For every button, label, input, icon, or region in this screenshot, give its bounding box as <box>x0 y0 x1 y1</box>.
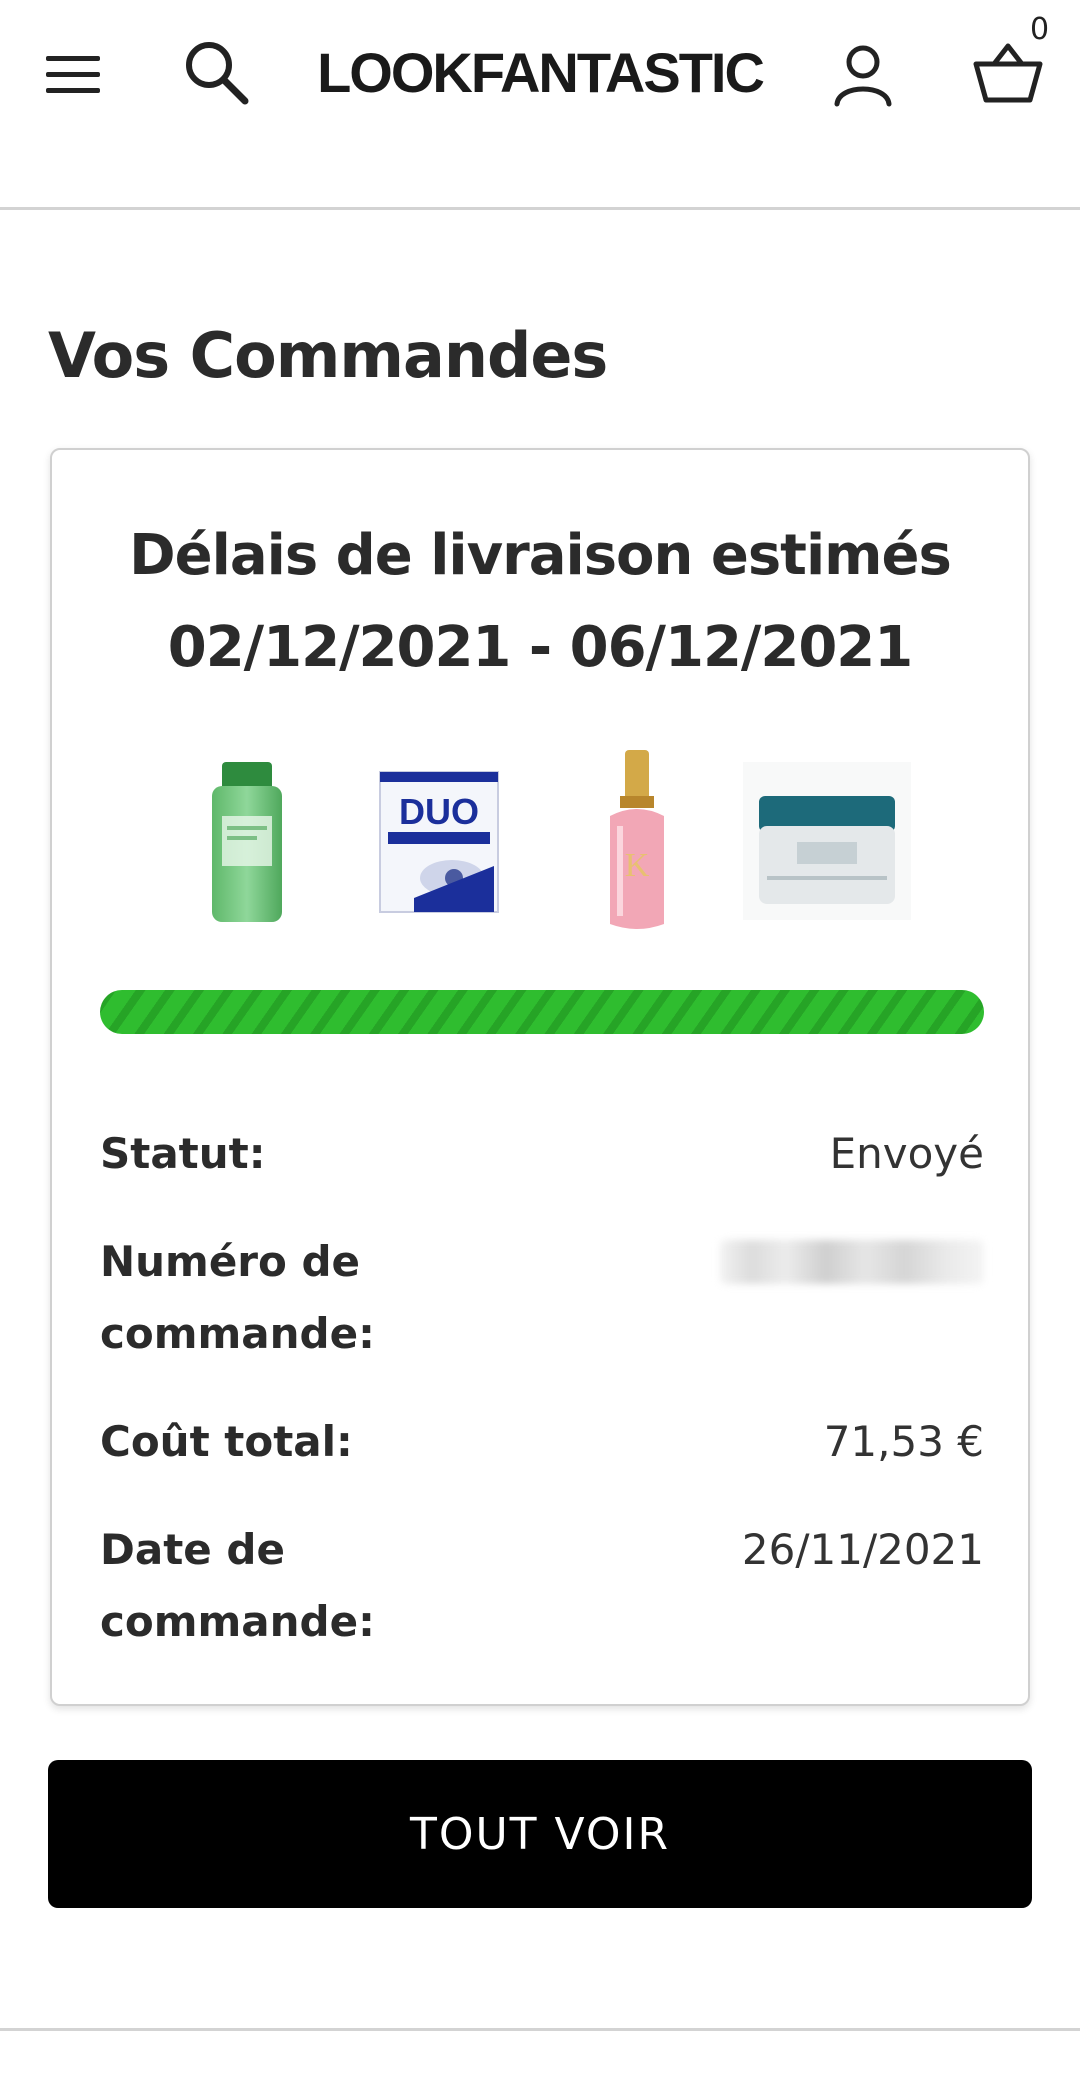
product-thumbnail[interactable] <box>732 742 922 940</box>
delivery-date-range: 02/12/2021 - 06/12/2021 <box>167 615 913 680</box>
duo-lash-adhesive-box-icon: DUO <box>379 771 499 913</box>
delivery-progress-bar <box>100 990 984 1034</box>
total-label: Coût total: <box>100 1417 353 1466</box>
pink-oil-bottle-icon: K <box>610 750 664 929</box>
view-all-button[interactable]: TOUT VOIR <box>48 1760 1032 1908</box>
green-shampoo-bottle-icon <box>212 762 282 922</box>
delivery-estimate: Délais de livraison estimés 02/12/2021 -… <box>52 510 1028 694</box>
footer-divider <box>0 2028 1080 2031</box>
product-thumbnail[interactable]: DUO <box>344 742 534 940</box>
order-number-label: Numéro de commande: <box>100 1237 375 1358</box>
total-value: 71,53 € <box>823 1417 984 1466</box>
basket-icon[interactable] <box>972 40 1044 106</box>
product-thumbnail[interactable] <box>152 742 342 940</box>
order-date-value: 26/11/2021 <box>741 1525 984 1574</box>
site-header: LOOKFANTASTIC 0 <box>0 0 1080 210</box>
site-logo[interactable]: LOOKFANTASTIC <box>300 38 780 108</box>
order-card: Délais de livraison estimés 02/12/2021 -… <box>50 448 1030 1706</box>
search-icon[interactable] <box>182 38 252 108</box>
svg-text:DUO: DUO <box>399 791 479 832</box>
order-date-row: Date de commande: 26/11/2021 <box>100 1514 984 1658</box>
status-label: Statut: <box>100 1129 266 1178</box>
hamburger-menu-icon[interactable] <box>46 56 100 94</box>
order-number-row: Numéro de commande: <box>100 1226 984 1370</box>
status-value: Envoyé <box>829 1129 984 1178</box>
product-thumbnail[interactable]: K <box>542 742 732 940</box>
delivery-heading: Délais de livraison estimés <box>129 523 952 588</box>
order-number-redacted <box>720 1240 984 1284</box>
page-title: Vos Commandes <box>48 319 608 392</box>
teal-lid-cream-jar-icon <box>743 762 911 920</box>
account-icon[interactable] <box>828 40 898 110</box>
order-date-label: Date de commande: <box>100 1525 375 1646</box>
svg-text:K: K <box>625 847 650 884</box>
basket-count-badge: 0 <box>1030 12 1050 47</box>
